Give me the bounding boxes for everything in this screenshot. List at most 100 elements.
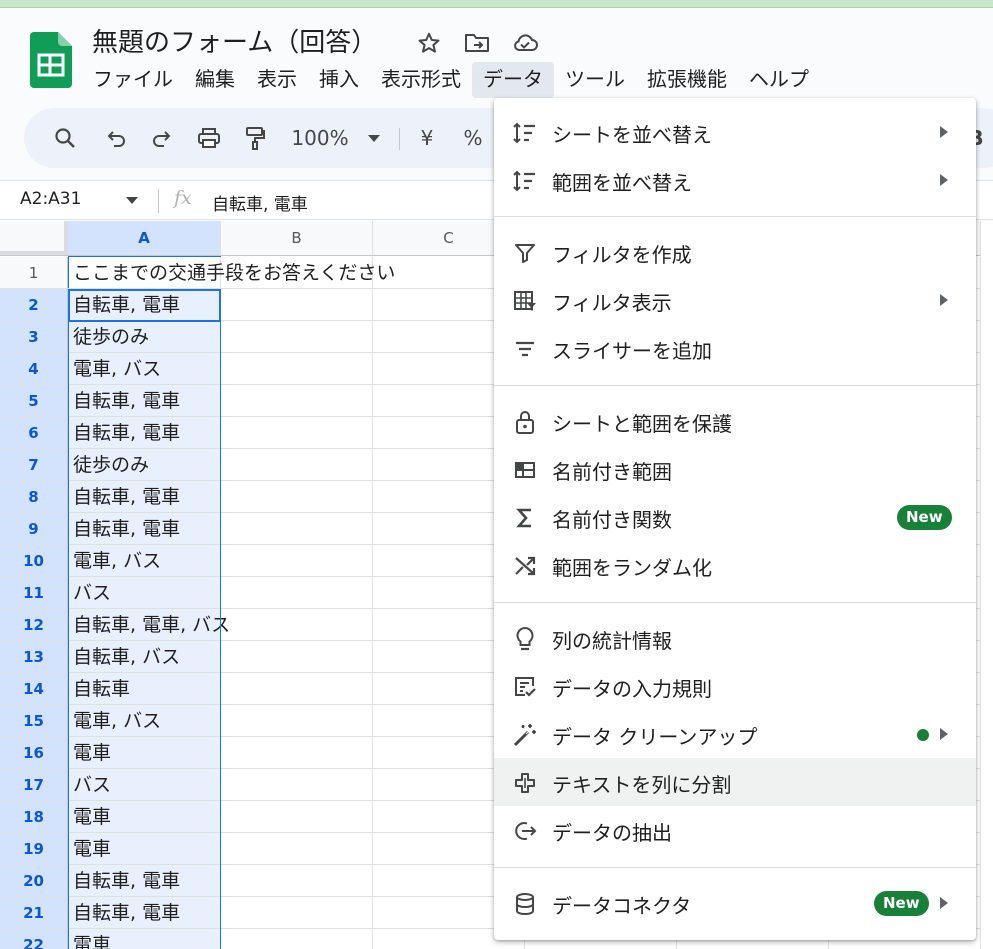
menu-view[interactable]: 表示 (246, 62, 308, 98)
menu-item-data-cleanup[interactable]: データ クリーンアップ (494, 710, 976, 758)
menu-item-named-functions[interactable]: 名前付き関数 New (494, 493, 976, 541)
search-icon[interactable] (50, 122, 80, 154)
menu-extensions[interactable]: 拡張機能 (636, 62, 738, 98)
cell[interactable] (221, 929, 373, 949)
cell[interactable] (221, 417, 373, 449)
row-header[interactable]: 8 (0, 481, 68, 513)
name-box-dropdown-icon[interactable] (126, 197, 138, 204)
menu-item-column-stats[interactable]: 列の統計情報 (494, 614, 976, 662)
cell-a[interactable]: 徒歩のみ (68, 449, 221, 481)
menu-item-sort-sheet[interactable]: シートを並べ替え (494, 108, 976, 156)
menu-item-split-text-to-columns[interactable]: テキストを列に分割 (494, 758, 976, 806)
row-header[interactable]: 1 (0, 257, 68, 289)
row-header[interactable]: 18 (0, 801, 68, 833)
cell[interactable] (221, 449, 373, 481)
menu-item-named-ranges[interactable]: 名前付き範囲 (494, 445, 976, 493)
formula-input[interactable]: 自転車, 電車 (212, 190, 308, 215)
row-header[interactable]: 20 (0, 865, 68, 897)
percent-format-button[interactable]: % (462, 122, 484, 154)
cell-a[interactable]: 徒歩のみ (68, 321, 221, 353)
select-all-corner[interactable] (0, 221, 68, 256)
row-header[interactable]: 19 (0, 833, 68, 865)
cell-a[interactable]: 自転車, 電車 (68, 385, 221, 417)
menu-item-protect[interactable]: シートと範囲を保護 (494, 397, 976, 445)
column-header-b[interactable]: B (221, 221, 373, 256)
cell[interactable] (221, 641, 373, 673)
menu-help[interactable]: ヘルプ (738, 62, 820, 98)
row-header[interactable]: 22 (0, 929, 68, 949)
menu-format[interactable]: 表示形式 (370, 62, 472, 98)
zoom-dropdown-icon[interactable] (364, 122, 384, 154)
menu-item-data-extraction[interactable]: データの抽出 (494, 806, 976, 854)
cell-a[interactable]: 電車, バス (68, 705, 221, 737)
cell[interactable] (221, 865, 373, 897)
row-header[interactable]: 4 (0, 353, 68, 385)
menu-item-sort-range[interactable]: 範囲を並べ替え (494, 156, 976, 204)
cell[interactable] (221, 353, 373, 385)
menu-file[interactable]: ファイル (82, 62, 184, 98)
cell-a[interactable]: バス (68, 577, 221, 609)
row-header[interactable]: 2 (0, 289, 68, 321)
cell-a[interactable]: 自転車, 電車 (68, 417, 221, 449)
row-header[interactable]: 9 (0, 513, 68, 545)
cell[interactable] (221, 769, 373, 801)
name-box[interactable]: A2:A31 (20, 189, 81, 209)
cell-a[interactable]: 電車 (68, 929, 221, 949)
cell-a[interactable]: 電車 (68, 737, 221, 769)
column-header-a[interactable]: A (68, 221, 221, 256)
cell[interactable] (221, 897, 373, 929)
cell[interactable] (221, 321, 373, 353)
redo-icon[interactable] (146, 122, 176, 154)
cell-a[interactable]: 自転車, 電車 (68, 289, 221, 321)
menu-data[interactable]: データ (472, 62, 554, 98)
cell[interactable] (221, 705, 373, 737)
cell-a[interactable]: 自転車, バス (68, 641, 221, 673)
cell-a[interactable]: 自転車, 電車 (68, 481, 221, 513)
cell[interactable] (221, 833, 373, 865)
menu-item-filter-views[interactable]: フィルタ表示 (494, 276, 976, 324)
row-header[interactable]: 16 (0, 737, 68, 769)
menu-tools[interactable]: ツール (554, 62, 636, 98)
row-header[interactable]: 21 (0, 897, 68, 929)
cell-a[interactable]: バス (68, 769, 221, 801)
row-header[interactable]: 15 (0, 705, 68, 737)
menu-edit[interactable]: 編集 (184, 62, 246, 98)
row-header[interactable]: 11 (0, 577, 68, 609)
menu-item-data-connectors[interactable]: データコネクタ New (494, 879, 976, 927)
print-icon[interactable] (194, 122, 224, 154)
cell[interactable] (221, 577, 373, 609)
menu-item-data-validation[interactable]: データの入力規則 (494, 662, 976, 710)
row-header[interactable]: 5 (0, 385, 68, 417)
cell-a[interactable]: 自転車 (68, 673, 221, 705)
row-header[interactable]: 12 (0, 609, 68, 641)
row-header[interactable]: 10 (0, 545, 68, 577)
menu-insert[interactable]: 挿入 (308, 62, 370, 98)
cloud-saved-icon[interactable] (510, 28, 540, 58)
sheets-logo-icon[interactable] (30, 32, 72, 88)
cell-a[interactable]: 自転車, 電車 (68, 865, 221, 897)
cell[interactable] (221, 289, 373, 321)
cell-a[interactable]: 自転車, 電車 (68, 897, 221, 929)
cell[interactable] (221, 481, 373, 513)
currency-format-button[interactable]: ¥ (416, 122, 438, 154)
cell-a[interactable]: 自転車, 電車 (68, 513, 221, 545)
zoom-select[interactable]: 100% (290, 122, 350, 154)
cell-a[interactable]: 自転車, 電車, バス (68, 609, 230, 641)
menu-item-create-filter[interactable]: フィルタを作成 (494, 228, 976, 276)
cell[interactable] (221, 673, 373, 705)
row-header[interactable]: 3 (0, 321, 68, 353)
star-icon[interactable] (414, 28, 444, 58)
row-header[interactable]: 7 (0, 449, 68, 481)
move-to-folder-icon[interactable] (462, 28, 492, 58)
cell[interactable] (221, 385, 373, 417)
cell-a[interactable]: 電車, バス (68, 545, 221, 577)
cell[interactable] (221, 737, 373, 769)
cell[interactable] (221, 609, 373, 641)
row-header[interactable]: 17 (0, 769, 68, 801)
cell[interactable] (221, 545, 373, 577)
row-header[interactable]: 14 (0, 673, 68, 705)
cell-a[interactable]: 電車 (68, 801, 221, 833)
row-header[interactable]: 13 (0, 641, 68, 673)
cell-a[interactable]: 電車, バス (68, 353, 221, 385)
cell[interactable] (221, 801, 373, 833)
